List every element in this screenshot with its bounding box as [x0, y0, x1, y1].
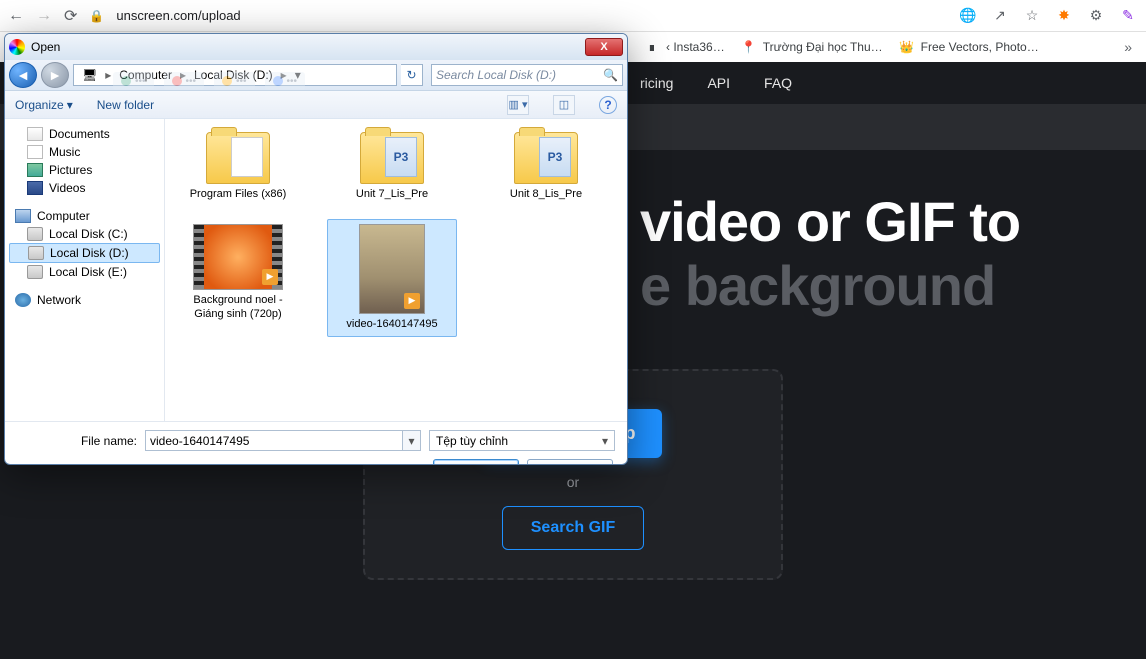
crown-icon: 👑 [899, 39, 915, 55]
file-item[interactable]: Unit 7_Lis_Pre [327, 127, 457, 207]
bookmark-item[interactable]: ∎ ‹ Insta36… [644, 39, 725, 55]
reload-button[interactable]: ⟳ [64, 6, 77, 26]
browser-toolbar: ← → ⟳ 🔒 unscreen.com/upload 🌐 ↗ ☆ ✸ ⚙ ✎ [0, 0, 1146, 32]
bookmark-item[interactable]: 👑 Free Vectors, Photo… [899, 39, 1039, 55]
chevron-down-icon: ▾ [602, 434, 608, 448]
gear-icon[interactable]: ⚙ [1086, 6, 1106, 26]
file-item[interactable]: Unit 8_Lis_Pre [481, 127, 611, 207]
refresh-button[interactable]: ↻ [401, 64, 423, 86]
file-item[interactable]: ▶ Background noel - Giáng sinh (720p) [173, 219, 303, 337]
drive-icon [28, 246, 44, 260]
forward-button[interactable]: → [36, 7, 52, 25]
file-open-dialog: Open X ••• ••• ••• ••• ◄ ► 🖥▸ Computer▸ … [4, 33, 628, 465]
dialog-nav: ◄ ► 🖥▸ Computer▸ Local Disk (D:)▸ ▾ ↻ Se… [5, 60, 627, 91]
tree-drive-d[interactable]: Local Disk (D:) [9, 243, 160, 263]
computer-icon [15, 209, 31, 223]
bookmark-item[interactable]: 📍 Trường Đại học Thu… [741, 39, 883, 55]
app-icon [9, 39, 25, 55]
search-input[interactable]: Search Local Disk (D:) 🔍 [431, 64, 623, 86]
drive-icon [27, 227, 43, 241]
nav-forward-button[interactable]: ► [41, 62, 69, 88]
folder-icon [514, 132, 578, 184]
video-thumbnail: ▶ [359, 224, 425, 314]
preview-pane-button[interactable]: ◫ [553, 95, 575, 115]
search-placeholder: Search Local Disk (D:) [436, 68, 556, 82]
file-name: Unit 8_Lis_Pre [510, 188, 582, 202]
folder-icon [206, 132, 270, 184]
organize-menu[interactable]: Organize ▾ [15, 98, 73, 112]
nav-tree: Documents Music Pictures Videos Computer… [5, 119, 165, 421]
hero-line1: video or GIF to [640, 190, 1020, 253]
tree-videos[interactable]: Videos [9, 179, 160, 197]
dialog-footer: File name: ▾ Tệp tùy chỉnh ▾ Open ▾ Canc… [5, 421, 627, 465]
pin-icon: 📍 [741, 39, 757, 55]
play-icon: ▶ [262, 269, 278, 285]
file-type-filter[interactable]: Tệp tùy chỉnh ▾ [429, 430, 615, 451]
dialog-body: Documents Music Pictures Videos Computer… [5, 119, 627, 421]
breadcrumb-root-icon[interactable]: 🖥 [76, 65, 103, 85]
nav-faq[interactable]: FAQ [764, 75, 792, 91]
lock-icon: 🔒 [89, 9, 104, 23]
back-button[interactable]: ← [8, 7, 24, 25]
view-mode-button[interactable]: ▥ ▾ [507, 95, 529, 115]
tree-drive-e[interactable]: Local Disk (E:) [9, 263, 160, 281]
dialog-titlebar[interactable]: Open X [5, 34, 627, 60]
dialog-title: Open [31, 40, 60, 54]
help-button[interactable]: ? [599, 96, 617, 114]
translate-icon[interactable]: 🌐 [958, 6, 978, 26]
play-icon: ▶ [404, 293, 420, 309]
file-name-input[interactable] [145, 430, 403, 451]
new-folder-button[interactable]: New folder [97, 98, 154, 112]
file-name: video-1640147495 [346, 318, 437, 332]
hero-line2: e background [640, 254, 995, 317]
ghost-tabs: ••• ••• ••• ••• [113, 72, 305, 90]
file-item[interactable]: Program Files (x86) [173, 127, 303, 207]
dialog-toolbar: Organize ▾ New folder ▥ ▾ ◫ ? [5, 91, 627, 119]
folder-icon [360, 132, 424, 184]
hero-heading: video or GIF to e background [640, 190, 1086, 319]
drive-icon [27, 265, 43, 279]
bookmark-icon: ∎ [644, 39, 660, 55]
file-name-dropdown[interactable]: ▾ [403, 430, 421, 451]
file-name: Background noel - Giáng sinh (720p) [178, 294, 298, 322]
network-icon [15, 293, 31, 307]
music-icon [27, 145, 43, 159]
extension-icon[interactable]: ✸ [1054, 6, 1074, 26]
nav-back-button[interactable]: ◄ [9, 62, 37, 88]
bookmark-label: Trường Đại học Thu… [763, 40, 883, 54]
file-name: Program Files (x86) [190, 188, 287, 202]
close-button[interactable]: X [585, 38, 623, 56]
file-item-selected[interactable]: ▶ video-1640147495 [327, 219, 457, 337]
tree-computer[interactable]: Computer [9, 207, 160, 225]
feather-icon[interactable]: ✎ [1118, 6, 1138, 26]
chevron-down-icon: ▾ [67, 98, 73, 112]
videos-icon [27, 181, 43, 195]
video-thumbnail: ▶ [193, 224, 283, 290]
bookmarks-overflow[interactable]: » [1124, 39, 1138, 55]
or-text: or [567, 474, 579, 490]
pictures-icon [27, 163, 43, 177]
file-name-label: File name: [17, 434, 137, 448]
address-url[interactable]: unscreen.com/upload [116, 8, 240, 23]
file-list[interactable]: Program Files (x86) Unit 7_Lis_Pre Unit … [165, 119, 627, 421]
tree-pictures[interactable]: Pictures [9, 161, 160, 179]
share-icon[interactable]: ↗ [990, 6, 1010, 26]
tree-music[interactable]: Music [9, 143, 160, 161]
nav-api[interactable]: API [707, 75, 730, 91]
nav-pricing[interactable]: ricing [640, 75, 673, 91]
cancel-button[interactable]: Cancel [527, 459, 613, 465]
open-button[interactable]: Open ▾ [433, 459, 519, 465]
search-gif-button[interactable]: Search GIF [502, 506, 644, 550]
file-name: Unit 7_Lis_Pre [356, 188, 428, 202]
search-icon: 🔍 [603, 68, 618, 82]
tree-documents[interactable]: Documents [9, 125, 160, 143]
bookmark-label: ‹ Insta36… [666, 40, 725, 54]
document-icon [27, 127, 43, 141]
bookmark-label: Free Vectors, Photo… [921, 40, 1039, 54]
filter-label: Tệp tùy chỉnh [436, 434, 508, 448]
star-icon[interactable]: ☆ [1022, 6, 1042, 26]
tree-network[interactable]: Network [9, 291, 160, 309]
tree-drive-c[interactable]: Local Disk (C:) [9, 225, 160, 243]
file-name-input-wrap: ▾ [145, 430, 421, 451]
